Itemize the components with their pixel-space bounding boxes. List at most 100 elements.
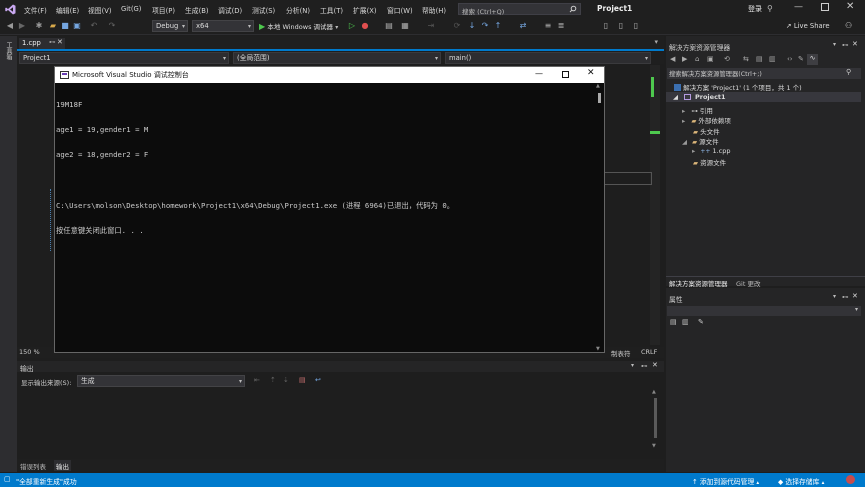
notifications-icon[interactable] [846, 475, 855, 484]
diagnostics-icon[interactable]: ▤ [384, 21, 394, 31]
close-window-icon[interactable]: ✕ [846, 1, 854, 12]
se-back-icon[interactable]: ◀ [670, 55, 675, 63]
clear-all-icon[interactable]: ▤ [299, 376, 306, 384]
console-maximize-icon[interactable] [562, 71, 569, 78]
menu-test[interactable]: 测试(S) [252, 5, 275, 15]
tab-output[interactable]: 输出 [54, 460, 71, 471]
step-out-icon[interactable]: ↑ [493, 21, 503, 31]
forward-icon[interactable]: ▶ [17, 21, 27, 31]
restart-icon[interactable]: ⟳ [452, 21, 462, 31]
prop-pin-icon[interactable]: ⊷ [842, 293, 849, 301]
tree-references[interactable]: ▸ ⊶ 引用 [682, 105, 713, 115]
se-properties-icon[interactable]: ✎ [798, 55, 804, 63]
output-menu-icon[interactable]: ▾ [631, 362, 634, 369]
output-close-icon[interactable]: ✕ [652, 361, 658, 369]
console-close-icon[interactable]: ✕ [587, 68, 595, 78]
categorized-icon[interactable]: ▤ [670, 318, 677, 326]
undo-icon[interactable]: ↶ [89, 21, 99, 31]
se-search-box[interactable]: 搜索解决方案资源管理器(Ctrl+;) ⚲ [667, 68, 861, 79]
live-share-button[interactable]: ↗ Live Share [786, 22, 830, 30]
line-ending[interactable]: CRLF [641, 348, 657, 356]
menu-view[interactable]: 视图(V) [88, 5, 112, 15]
se-switch-view-icon[interactable]: ▣ [707, 55, 714, 63]
menu-analyze[interactable]: 分析(N) [286, 5, 310, 15]
bookmark-icon[interactable]: ▯ [601, 21, 611, 31]
find-message-icon[interactable]: ⇤ [254, 376, 260, 384]
redo-icon[interactable]: ↷ [107, 21, 117, 31]
se-code-icon[interactable]: ‹› [787, 55, 793, 63]
output-scrollbar[interactable]: ▲ ▼ [651, 389, 660, 449]
hot-reload-icon[interactable]: ● [360, 21, 370, 31]
save-all-icon[interactable]: ▣ [72, 21, 82, 31]
se-show-all-icon[interactable]: ▥ [769, 55, 776, 63]
tab-error-list[interactable]: 错误列表 [20, 461, 46, 471]
pin-icon[interactable]: ⊷ [49, 38, 56, 46]
alphabetical-icon[interactable]: ▥ [682, 318, 689, 326]
se-close-icon[interactable]: ✕ [852, 40, 858, 48]
nav-project-dropdown[interactable]: Project1 ▾ [19, 52, 229, 64]
tree-header-files[interactable]: ▰ 头文件 [693, 126, 720, 136]
debug-console-window[interactable]: Microsoft Visual Studio 调试控制台 — ✕ 19M18F… [54, 66, 605, 353]
comment-icon[interactable]: ≡ [543, 21, 553, 31]
menu-debug[interactable]: 调试(D) [218, 5, 242, 15]
prop-close-icon[interactable]: ✕ [852, 292, 858, 300]
console-titlebar[interactable]: Microsoft Visual Studio 调试控制台 — ✕ [55, 67, 604, 83]
navigate-icon[interactable]: ⇄ [518, 21, 528, 31]
new-project-icon[interactable]: ✱ [34, 21, 44, 31]
output-pin-icon[interactable]: ⊷ [641, 362, 648, 370]
console-minimize-icon[interactable]: — [535, 69, 543, 78]
nav-member-dropdown[interactable]: main() ▾ [445, 52, 651, 64]
se-forward-icon[interactable]: ▶ [682, 55, 687, 63]
open-folder-icon[interactable]: ▰ [48, 21, 58, 31]
feedback-icon[interactable]: ⚲ [767, 4, 773, 13]
menu-extensions[interactable]: 扩展(X) [353, 5, 377, 15]
menu-window[interactable]: 窗口(W) [387, 5, 413, 15]
next-message-icon[interactable]: ⇣ [283, 376, 289, 384]
tree-solution[interactable]: 解决方案 'Project1' (1 个项目，共 1 个) [674, 82, 802, 92]
prop-menu-icon[interactable]: ▾ [833, 293, 836, 300]
tree-project[interactable]: ◢ Project1 [666, 92, 861, 102]
menu-build[interactable]: 生成(B) [185, 5, 209, 15]
layout-icon[interactable]: ▦ [400, 21, 410, 31]
se-home-icon[interactable]: ⌂ [695, 55, 699, 63]
menu-edit[interactable]: 编辑(E) [56, 5, 79, 15]
se-sync-icon[interactable]: ⇆ [743, 55, 749, 63]
console-scrollbar[interactable]: ▲ ▼ [595, 83, 604, 352]
restore-icon[interactable] [821, 3, 829, 11]
step-over-icon[interactable]: ↷ [480, 21, 490, 31]
tab-solution-explorer[interactable]: 解决方案资源管理器 [669, 278, 728, 288]
tree-resource-files[interactable]: ▰ 资源文件 [693, 157, 726, 167]
uncomment-icon[interactable]: ≣ [556, 21, 566, 31]
toolbox-strip[interactable]: 工具箱 [0, 36, 17, 472]
menu-help[interactable]: 帮助(H) [422, 5, 446, 15]
se-preview-icon[interactable]: ∿ [807, 54, 818, 65]
nav-scope-dropdown[interactable]: (全局范围) ▾ [233, 52, 441, 64]
zoom-level[interactable]: 150 % [19, 348, 40, 356]
menu-tools[interactable]: 工具(T) [320, 5, 343, 15]
tab-overflow-icon[interactable]: ▾ [654, 38, 658, 46]
login-link[interactable]: 登录 [748, 4, 762, 14]
property-pages-icon[interactable]: ✎ [698, 318, 704, 326]
properties-object-dropdown[interactable]: ▾ [667, 306, 861, 316]
run-debugger-button[interactable]: ▶ 本地 Windows 调试器 ▾ [259, 21, 338, 32]
se-menu-icon[interactable]: ▾ [833, 41, 836, 48]
menu-git[interactable]: Git(G) [121, 5, 141, 13]
menu-project[interactable]: 项目(P) [152, 5, 175, 15]
tab-git-changes[interactable]: Git 更改 [736, 278, 760, 288]
prev-bookmark-icon[interactable]: ▯ [616, 21, 626, 31]
search-box[interactable]: 搜索 (Ctrl+Q) [458, 3, 581, 16]
start-without-debug-icon[interactable]: ▷ [347, 21, 357, 31]
editor-scrollbar[interactable] [650, 65, 660, 345]
tree-1cpp[interactable]: ▸ ++ 1.cpp [692, 147, 731, 155]
indent-mode[interactable]: 制表符 [611, 348, 631, 358]
step-into-icon[interactable]: ↓ [467, 21, 477, 31]
platform-dropdown[interactable]: x64 ▾ [192, 20, 254, 32]
add-source-control-button[interactable]: ↑ 添加到源代码管理 ▴ [692, 476, 759, 486]
word-wrap-icon[interactable]: ↩ [315, 376, 321, 384]
save-icon[interactable]: ■ [60, 21, 70, 31]
tab-1cpp[interactable]: 1.cpp ⊷ ✕ [19, 38, 65, 49]
next-bookmark-icon[interactable]: ▯ [631, 21, 641, 31]
prev-message-icon[interactable]: ⇡ [270, 376, 276, 384]
minimize-icon[interactable]: — [794, 2, 803, 12]
se-pin-icon[interactable]: ⊷ [842, 41, 849, 49]
